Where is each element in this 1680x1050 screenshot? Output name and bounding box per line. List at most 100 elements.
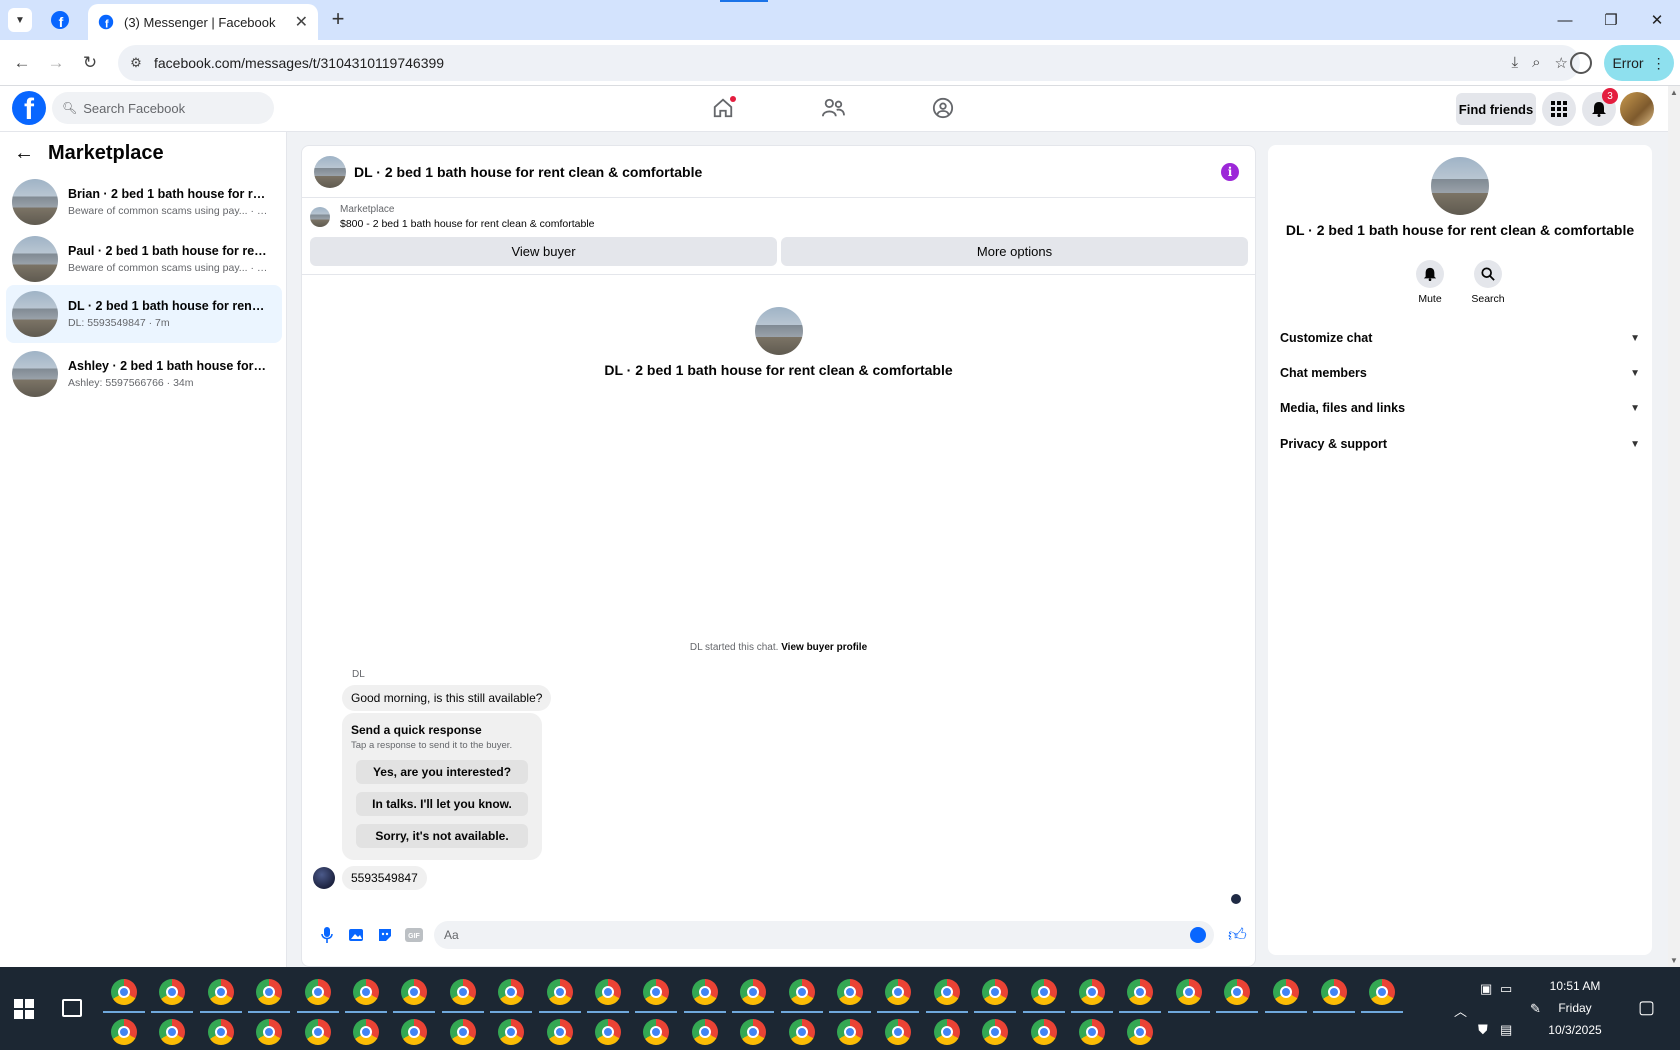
scroll-up-icon[interactable]: ▲ bbox=[1670, 88, 1678, 97]
view-buyer-button[interactable]: View buyer bbox=[310, 237, 777, 266]
conversation-item-ashley[interactable]: Ashley · 2 bed 1 bath house for ren... As… bbox=[6, 346, 282, 402]
chrome-taskbar-icon[interactable] bbox=[353, 1019, 379, 1045]
chrome-taskbar-icon[interactable] bbox=[498, 979, 525, 1005]
chrome-taskbar-icon[interactable] bbox=[304, 979, 331, 1005]
forward-button[interactable]: → bbox=[44, 51, 68, 75]
chrome-taskbar-icon[interactable] bbox=[1272, 979, 1299, 1005]
reload-button[interactable]: ↻ bbox=[78, 51, 102, 75]
tab-messenger[interactable]: f (3) Messenger | Facebook ✕ bbox=[88, 4, 318, 40]
search-in-chat-button[interactable]: Search bbox=[1468, 260, 1508, 305]
conversation-item-paul[interactable]: Paul · 2 bed 1 bath house for rent ... Be… bbox=[6, 231, 282, 287]
more-options-button[interactable]: More options bbox=[781, 237, 1248, 266]
security-shield-icon[interactable]: ⛊ bbox=[1478, 1022, 1488, 1038]
chrome-taskbar-icon[interactable] bbox=[546, 1019, 573, 1045]
page-scrollbar[interactable]: ▲ ▼ bbox=[1668, 86, 1680, 967]
message-input[interactable]: Aa bbox=[434, 921, 1214, 949]
privacy-support-section[interactable]: Privacy & support ▼ bbox=[1280, 432, 1640, 456]
chrome-taskbar-icon[interactable] bbox=[837, 1019, 863, 1045]
chrome-taskbar-icon[interactable] bbox=[256, 1019, 283, 1045]
find-friends-button[interactable]: Find friends bbox=[1456, 93, 1536, 125]
close-window-button[interactable]: ✕ bbox=[1634, 0, 1680, 40]
conversation-item-dl[interactable]: DL · 2 bed 1 bath house for rent cl... DL… bbox=[6, 285, 282, 343]
chrome-taskbar-icon[interactable] bbox=[159, 1019, 186, 1045]
profile-icon[interactable] bbox=[1570, 52, 1592, 74]
chrome-taskbar-icon[interactable] bbox=[401, 979, 428, 1005]
quick-response-option[interactable]: Yes, are you interested? bbox=[356, 760, 528, 784]
chrome-taskbar-icon[interactable] bbox=[1030, 979, 1057, 1005]
task-view-icon[interactable] bbox=[62, 999, 82, 1017]
friends-icon[interactable] bbox=[818, 93, 848, 123]
notifications-center-icon[interactable]: ▢ bbox=[1638, 997, 1655, 1018]
chrome-taskbar-icon[interactable] bbox=[691, 979, 718, 1005]
facebook-logo-icon[interactable]: f bbox=[12, 91, 46, 125]
chrome-taskbar-icon[interactable] bbox=[933, 979, 960, 1005]
profile-error-button[interactable]: Error ⋮ bbox=[1604, 45, 1674, 81]
customize-chat-section[interactable]: Customize chat ▼ bbox=[1280, 326, 1640, 350]
site-info-icon[interactable]: ⚙ bbox=[118, 55, 154, 71]
chrome-taskbar-icon[interactable] bbox=[111, 1019, 137, 1045]
chat-title[interactable]: DL · 2 bed 1 bath house for rent clean &… bbox=[354, 164, 702, 180]
address-bar[interactable]: ⚙ facebook.com/messages/t/31043101197463… bbox=[118, 45, 1580, 81]
quick-response-option[interactable]: Sorry, it's not available. bbox=[356, 824, 528, 848]
minimize-button[interactable]: — bbox=[1542, 0, 1588, 40]
chrome-taskbar-icon[interactable] bbox=[740, 979, 767, 1005]
meet-now-icon[interactable]: ▣ bbox=[1480, 981, 1492, 997]
chrome-taskbar-icon[interactable] bbox=[304, 1019, 331, 1045]
info-icon[interactable]: i bbox=[1221, 163, 1239, 181]
menu-grid-icon[interactable] bbox=[1542, 92, 1576, 126]
facebook-search-input[interactable]: 🔍︎ Search Facebook bbox=[52, 92, 274, 124]
chrome-taskbar-icon[interactable] bbox=[353, 979, 379, 1005]
chrome-taskbar-icon[interactable] bbox=[256, 979, 283, 1005]
show-hidden-icons[interactable]: ︿ bbox=[1454, 1001, 1467, 1020]
chrome-taskbar-icon[interactable] bbox=[788, 1019, 815, 1045]
restore-button[interactable]: ❐ bbox=[1588, 0, 1634, 40]
chrome-taskbar-icon[interactable] bbox=[837, 979, 863, 1005]
chrome-taskbar-icon[interactable] bbox=[885, 1019, 912, 1045]
chrome-taskbar-icon[interactable] bbox=[1030, 1019, 1057, 1045]
scroll-down-icon[interactable]: ▼ bbox=[1670, 956, 1678, 965]
chrome-taskbar-icon[interactable] bbox=[449, 979, 476, 1005]
chrome-taskbar-icon[interactable] bbox=[643, 979, 670, 1005]
media-files-links-section[interactable]: Media, files and links ▼ bbox=[1280, 396, 1640, 420]
chrome-taskbar-icon[interactable] bbox=[982, 979, 1009, 1005]
chrome-taskbar-icon[interactable] bbox=[691, 1019, 718, 1045]
chrome-taskbar-icon[interactable] bbox=[1175, 979, 1202, 1005]
tab-search-button[interactable]: ▼ bbox=[8, 8, 32, 32]
conversation-item-brian[interactable]: Brian · 2 bed 1 bath house for rent ... B… bbox=[6, 174, 282, 230]
view-buyer-profile-link[interactable]: View buyer profile bbox=[781, 642, 867, 653]
chrome-taskbar-icon[interactable] bbox=[1079, 1019, 1105, 1045]
chat-header-avatar[interactable] bbox=[314, 155, 346, 188]
chrome-taskbar-icon[interactable] bbox=[933, 1019, 960, 1045]
chrome-taskbar-icon[interactable] bbox=[1079, 979, 1105, 1005]
listing-banner[interactable]: Marketplace $800 - 2 bed 1 bath house fo… bbox=[310, 204, 595, 230]
chrome-taskbar-icon[interactable] bbox=[498, 1019, 525, 1045]
chrome-taskbar-icon[interactable] bbox=[643, 1019, 670, 1045]
chrome-taskbar-icon[interactable] bbox=[546, 979, 573, 1005]
chrome-taskbar-icon[interactable] bbox=[788, 979, 815, 1005]
emoji-icon[interactable] bbox=[1190, 927, 1206, 943]
quick-response-option[interactable]: In talks. I'll let you know. bbox=[356, 792, 528, 816]
bookmark-star-icon[interactable]: ☆ bbox=[1555, 54, 1568, 72]
close-tab-icon[interactable]: ✕ bbox=[295, 12, 308, 32]
gif-icon[interactable]: GIF bbox=[399, 928, 428, 942]
display-icon[interactable]: ▤ bbox=[1500, 1022, 1512, 1038]
zoom-icon[interactable]: ⌕ bbox=[1532, 54, 1540, 72]
install-app-icon[interactable]: ⤓ bbox=[1512, 54, 1519, 72]
network-icon[interactable]: ▭ bbox=[1500, 981, 1512, 997]
chrome-taskbar-icon[interactable] bbox=[207, 1019, 234, 1045]
sender-avatar[interactable] bbox=[313, 867, 335, 889]
chat-members-section[interactable]: Chat members ▼ bbox=[1280, 361, 1640, 385]
back-button[interactable]: ← bbox=[10, 51, 34, 75]
chrome-taskbar-icon[interactable] bbox=[401, 1019, 428, 1045]
more-menu-icon[interactable]: ⋮ bbox=[1652, 55, 1666, 72]
back-arrow-icon[interactable]: ← bbox=[14, 142, 34, 165]
groups-icon[interactable] bbox=[928, 93, 958, 123]
chrome-taskbar-icon[interactable] bbox=[207, 979, 234, 1005]
chrome-taskbar-icon[interactable] bbox=[982, 1019, 1009, 1045]
url-text[interactable]: facebook.com/messages/t/3104310119746399 bbox=[154, 55, 1512, 71]
chrome-taskbar-icon[interactable] bbox=[885, 979, 912, 1005]
photo-icon[interactable] bbox=[341, 927, 370, 943]
chrome-taskbar-icon[interactable] bbox=[1127, 1019, 1154, 1045]
microphone-icon[interactable] bbox=[312, 927, 341, 943]
chrome-taskbar-icon[interactable] bbox=[1369, 979, 1396, 1005]
